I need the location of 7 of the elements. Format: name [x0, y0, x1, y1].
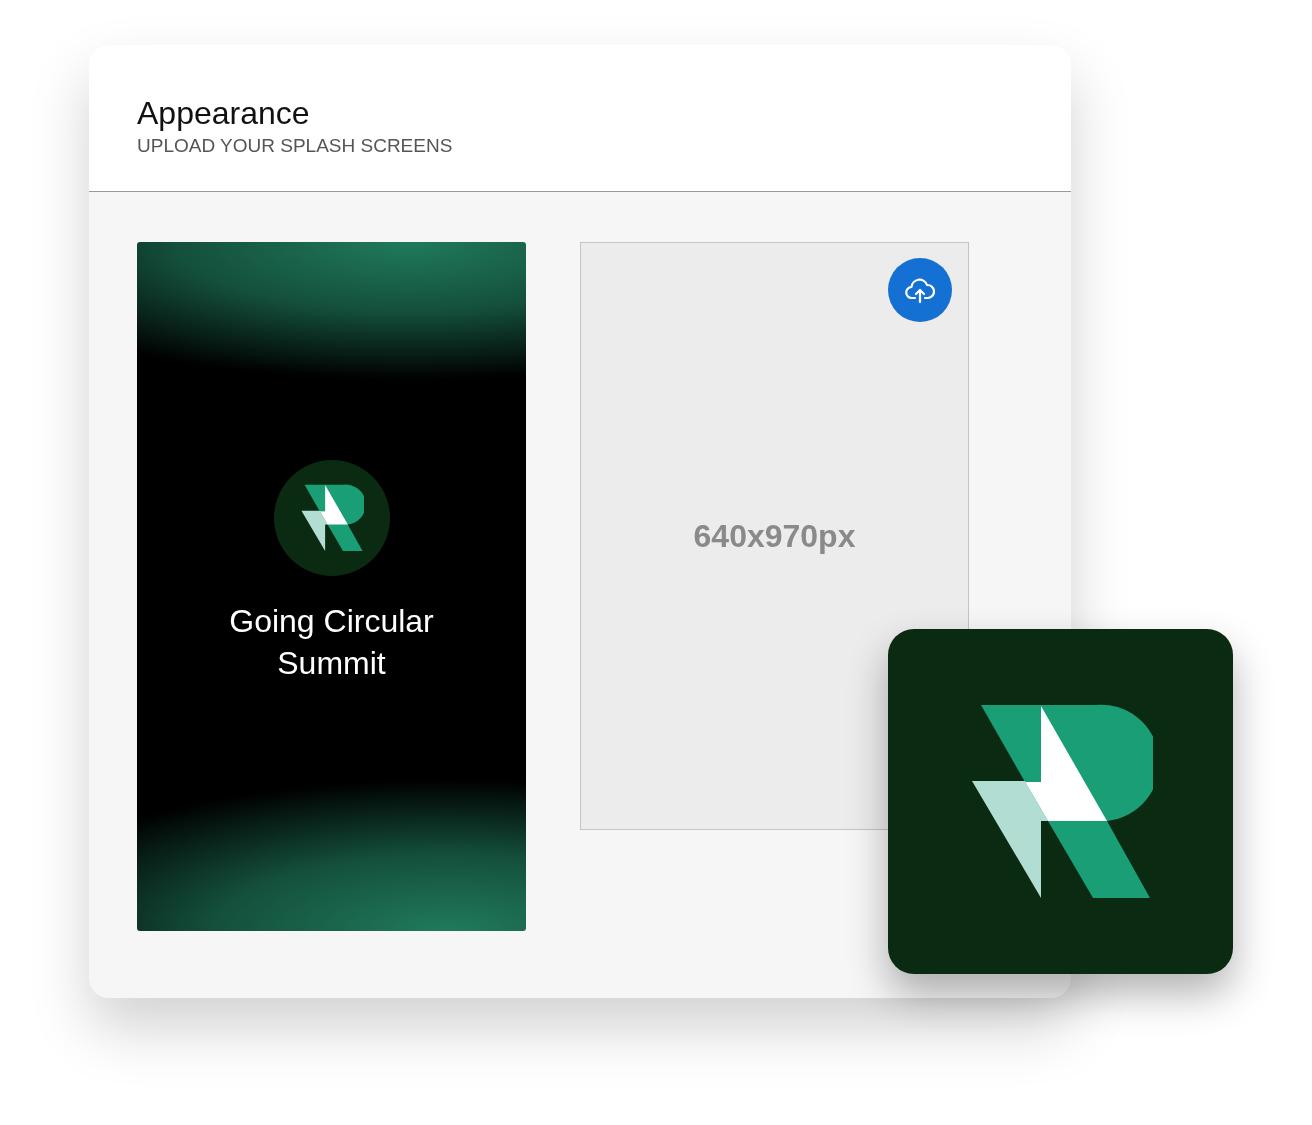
cloud-upload-icon [905, 277, 935, 303]
logo-icon [299, 483, 364, 552]
page-subtitle: UPLOAD YOUR SPLASH SCREENS [137, 135, 453, 157]
upload-dropzone[interactable]: 640x970px [580, 242, 969, 830]
event-title: Going Circular Summit [228, 601, 435, 683]
size-hint: 640x970px [693, 517, 856, 555]
page-title: Appearance [137, 95, 310, 131]
